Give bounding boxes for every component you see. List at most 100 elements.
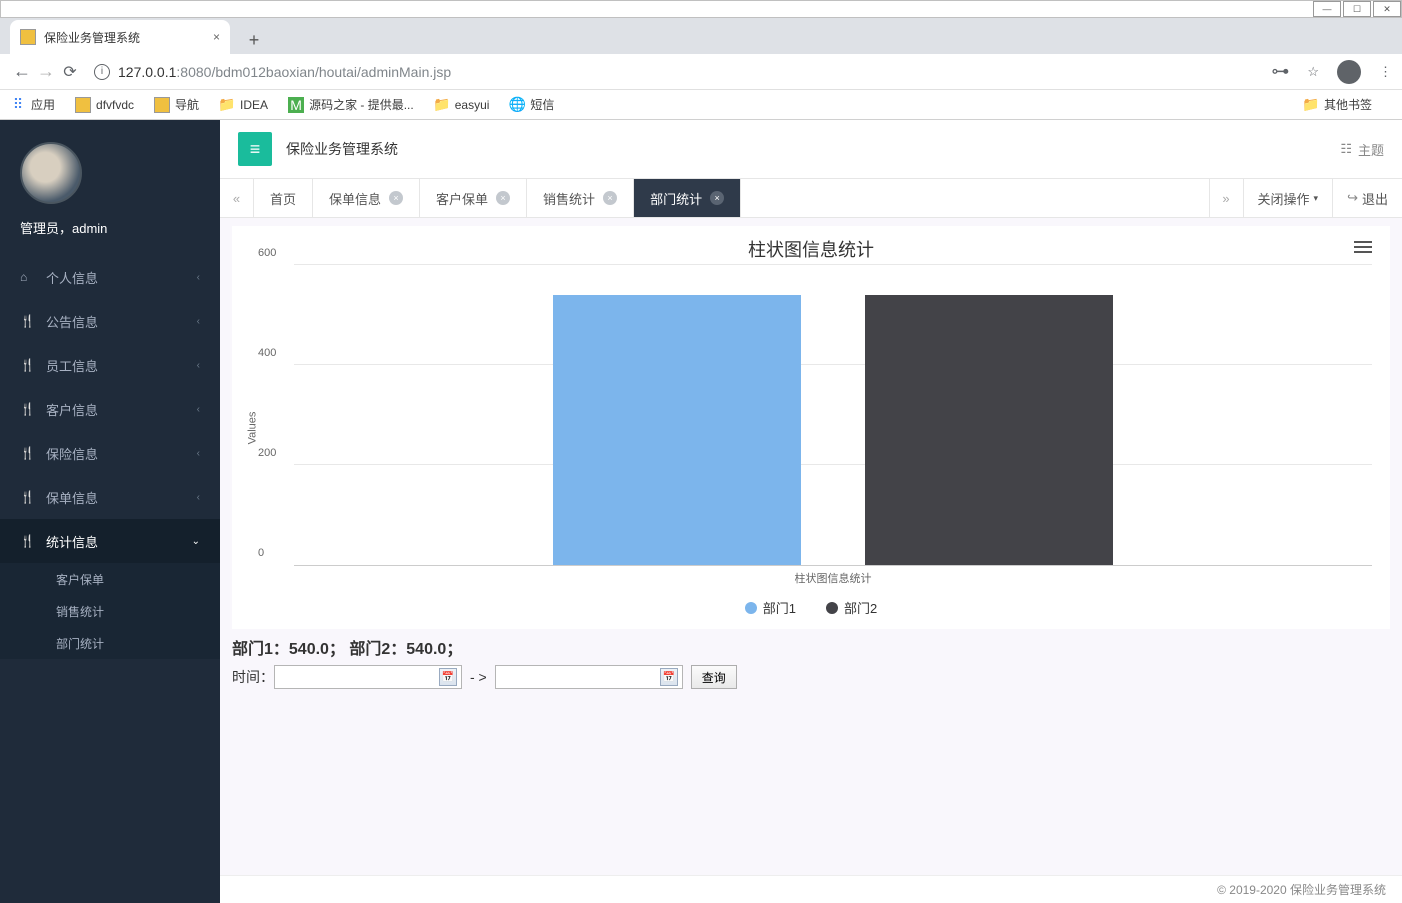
chevron-left-icon: ‹ — [197, 404, 200, 415]
favicon-icon — [20, 29, 36, 45]
folder-icon: 📁 — [1303, 97, 1319, 113]
utensils-icon: 🍴 — [20, 314, 36, 328]
kebab-menu-icon[interactable]: ⋮ — [1379, 64, 1392, 80]
sidebar-item-policy[interactable]: 🍴保单信息‹ — [0, 475, 220, 519]
close-icon[interactable]: × — [496, 191, 510, 205]
utensils-icon: 🍴 — [20, 446, 36, 460]
key-icon[interactable]: ⊶ — [1271, 61, 1289, 82]
new-tab-button[interactable]: + — [240, 26, 268, 54]
tab-dept-stat[interactable]: 部门统计× — [634, 179, 741, 217]
close-icon[interactable]: × — [603, 191, 617, 205]
site-info-icon[interactable]: i — [94, 64, 110, 80]
bookmark-item[interactable]: 导航 — [154, 96, 199, 113]
sidebar: 管理员，admin ⌂个人信息‹ 🍴公告信息‹ 🍴员工信息‹ 🍴客户信息‹ 🍴保… — [0, 120, 220, 903]
tab-customer-policy[interactable]: 客户保单× — [420, 179, 527, 217]
user-name: 管理员，admin — [20, 218, 200, 237]
y-tick: 0 — [258, 547, 264, 559]
chart-container: 柱状图信息统计 Values 0200400600 柱状图信息统计 部门1部门2 — [232, 226, 1390, 629]
home-icon: ⌂ — [20, 270, 36, 284]
close-ops-dropdown[interactable]: 关闭操作▾ — [1243, 179, 1333, 217]
other-bookmarks[interactable]: 📁其他书签 — [1303, 96, 1372, 113]
tab-policy-info[interactable]: 保单信息× — [313, 179, 420, 217]
browser-tab-title: 保险业务管理系统 — [44, 29, 140, 46]
bookmark-item[interactable]: M源码之家 - 提供最... — [288, 96, 414, 113]
user-avatar-icon[interactable] — [20, 142, 82, 204]
subitem-dept-stat[interactable]: 部门统计 — [0, 627, 220, 659]
browser-tab[interactable]: 保险业务管理系统 × — [10, 20, 230, 54]
sidebar-item-statistics[interactable]: 🍴统计信息⌄ — [0, 519, 220, 563]
legend-item[interactable]: 部门2 — [826, 598, 877, 617]
profile-avatar-icon[interactable] — [1337, 60, 1361, 84]
back-button[interactable]: ← — [10, 61, 34, 82]
chart-menu-icon[interactable] — [1354, 238, 1372, 256]
chart-title: 柱状图信息统计 — [250, 236, 1372, 262]
subitem-sales-stat[interactable]: 销售统计 — [0, 595, 220, 627]
star-icon[interactable]: ☆ — [1307, 64, 1319, 80]
hamburger-button[interactable]: ≡ — [238, 132, 272, 166]
url-path: /bdm012baoxian/houtai/adminMain.jsp — [211, 64, 451, 80]
user-block: 管理员，admin — [0, 120, 220, 255]
folder-icon: 📁 — [219, 97, 235, 113]
bookmarks-bar: ⠿应用 dfvfvdc 导航 📁IDEA M源码之家 - 提供最... 📁eas… — [0, 90, 1402, 120]
legend-dot-icon — [745, 602, 757, 614]
bookmark-icon — [75, 97, 91, 113]
utensils-icon: 🍴 — [20, 402, 36, 416]
folder-icon: 📁 — [434, 97, 450, 113]
chevron-left-icon: ‹ — [197, 448, 200, 459]
bookmark-item[interactable]: 📁IDEA — [219, 97, 268, 113]
tab-scroll-right[interactable]: » — [1209, 179, 1243, 217]
bookmark-item[interactable]: 📁easyui — [434, 97, 490, 113]
calendar-icon: 📅 — [439, 668, 457, 686]
chevron-left-icon: ‹ — [197, 272, 200, 283]
bookmark-icon: M — [288, 97, 304, 113]
minimize-button[interactable]: — — [1313, 1, 1341, 17]
y-tick: 600 — [258, 247, 276, 259]
address-bar: ← → ⟳ i 127.0.0.1:8080/bdm012baoxian/hou… — [0, 54, 1402, 90]
bookmark-icon — [154, 97, 170, 113]
globe-icon: 🌐 — [509, 97, 525, 113]
close-icon[interactable]: × — [710, 191, 724, 205]
tab-home[interactable]: 首页 — [254, 179, 313, 217]
chart-bar[interactable] — [865, 295, 1113, 565]
summary-text: 部门1：540.0； 部门2：540.0； — [232, 635, 1390, 659]
date-to-input[interactable]: 📅 — [495, 665, 683, 689]
filter-row: 时间： 📅 - > 📅 查询 — [232, 665, 1390, 689]
date-from-input[interactable]: 📅 — [274, 665, 462, 689]
chart-bar[interactable] — [553, 295, 801, 565]
legend-label: 部门1 — [763, 598, 796, 617]
query-button[interactable]: 查询 — [691, 665, 737, 689]
bookmark-item[interactable]: dfvfvdc — [75, 97, 134, 113]
chart-plot: 0200400600 — [294, 266, 1372, 566]
url-host: 127.0.0.1 — [118, 64, 176, 80]
logout-button[interactable]: ↪退出 — [1332, 179, 1402, 217]
legend-label: 部门2 — [844, 598, 877, 617]
forward-button[interactable]: → — [34, 61, 58, 82]
subitem-customer-policy[interactable]: 客户保单 — [0, 563, 220, 595]
legend-item[interactable]: 部门1 — [745, 598, 796, 617]
range-arrow: - > — [470, 669, 487, 685]
chevron-down-icon: ⌄ — [192, 536, 200, 547]
close-window-button[interactable]: ✕ — [1373, 1, 1401, 17]
bookmark-item[interactable]: 🌐短信 — [509, 96, 554, 113]
reload-button[interactable]: ⟳ — [58, 62, 82, 82]
maximize-button[interactable]: ☐ — [1343, 1, 1371, 17]
close-icon[interactable]: × — [389, 191, 403, 205]
sidebar-item-personal[interactable]: ⌂个人信息‹ — [0, 255, 220, 299]
theme-button[interactable]: 主题 — [1358, 140, 1384, 159]
footer: © 2019-2020 保险业务管理系统 — [220, 875, 1402, 903]
utensils-icon: 🍴 — [20, 490, 36, 504]
tab-sales-stat[interactable]: 销售统计× — [527, 179, 634, 217]
logout-icon: ↪ — [1347, 190, 1358, 206]
app-title: 保险业务管理系统 — [286, 139, 398, 159]
sidebar-item-staff[interactable]: 🍴员工信息‹ — [0, 343, 220, 387]
close-tab-icon[interactable]: × — [213, 30, 220, 44]
x-category-label: 柱状图信息统计 — [294, 570, 1372, 586]
sidebar-item-insurance[interactable]: 🍴保险信息‹ — [0, 431, 220, 475]
url-field[interactable]: i 127.0.0.1:8080/bdm012baoxian/houtai/ad… — [94, 64, 1253, 80]
sidebar-item-customer[interactable]: 🍴客户信息‹ — [0, 387, 220, 431]
y-tick: 200 — [258, 447, 276, 459]
apps-shortcut[interactable]: ⠿应用 — [10, 96, 55, 113]
sidebar-item-notice[interactable]: 🍴公告信息‹ — [0, 299, 220, 343]
calendar-icon: 📅 — [660, 668, 678, 686]
tab-scroll-left[interactable]: « — [220, 179, 254, 217]
